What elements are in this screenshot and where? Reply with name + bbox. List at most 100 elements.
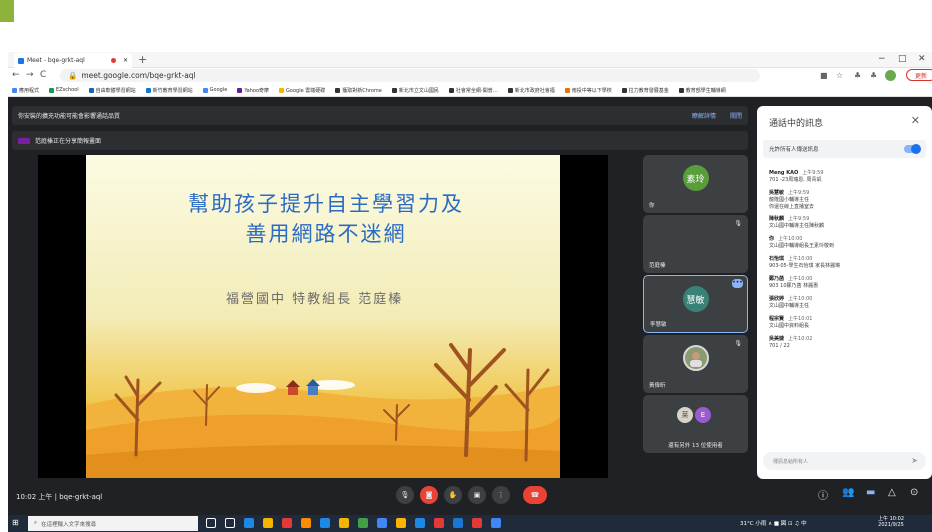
chat-message: 程宗賢 上午10:01 文山國中資料組長: [769, 316, 919, 330]
bookmark-item[interactable]: 新北市政府社會福: [507, 87, 555, 94]
microphone-button[interactable]: 🎙: [396, 486, 414, 504]
participant-tile-others[interactable]: 莱 E 還有另外 13 位使用者: [643, 395, 748, 453]
chat-message-header: Meng KAO 上午9:59: [769, 170, 919, 177]
word-icon[interactable]: [377, 518, 387, 528]
camera-icon[interactable]: ■: [820, 71, 828, 80]
bookmark-favicon-icon: [279, 87, 285, 93]
back-arrow-icon[interactable]: ←: [12, 70, 20, 80]
reload-icon[interactable]: C: [40, 70, 46, 80]
leave-call-button[interactable]: ☎: [523, 486, 547, 504]
bookmark-item[interactable]: 新北市立文山國民: [391, 87, 439, 94]
person-photo-icon: [689, 352, 702, 367]
avatar: E: [695, 407, 711, 423]
bookmark-label: Google: [209, 87, 228, 93]
folder-icon[interactable]: [339, 518, 349, 528]
store-icon[interactable]: [396, 518, 406, 528]
bookmark-item[interactable]: 應用程式: [12, 87, 39, 94]
bookmark-item[interactable]: 獲取對新Chrome: [335, 87, 382, 94]
chrome-icon[interactable]: [263, 518, 273, 528]
chat-message-header: 程宗賢 上午10:01: [769, 316, 919, 323]
bookmark-item[interactable]: EZschool: [49, 87, 79, 93]
bookmark-item[interactable]: Yahoo奇摩: [237, 87, 269, 94]
chat-timestamp: 上午9:59: [788, 190, 810, 196]
extension-icon[interactable]: ♣: [854, 71, 861, 80]
opera-icon[interactable]: [282, 518, 292, 528]
presenting-bar: 范庭榛正在分享簡報畫面: [12, 131, 748, 150]
chat-title: 通話中的訊息: [769, 119, 824, 129]
participant-tile-active[interactable]: ••• 慧敏 李慧敏: [643, 275, 748, 333]
learn-more-link[interactable]: 瞭解詳情: [692, 111, 716, 120]
more-options-icon[interactable]: •••: [732, 279, 743, 288]
task-view-icon[interactable]: [206, 518, 216, 528]
bookmark-item[interactable]: 拉力教育發展基金: [621, 87, 669, 94]
windows-start-icon[interactable]: ⊞: [12, 518, 19, 527]
present-button[interactable]: ▣: [468, 486, 486, 504]
widgets-icon[interactable]: [225, 518, 235, 528]
tab-close-icon[interactable]: ✕: [123, 57, 128, 64]
edge-icon[interactable]: [244, 518, 254, 528]
meet-icon[interactable]: [453, 518, 463, 528]
chat-input[interactable]: 傳訊息給所有人 ➤: [763, 452, 926, 470]
chat-message-text: 701 / 22: [769, 343, 790, 349]
firefox-icon[interactable]: [301, 518, 311, 528]
bookmark-item[interactable]: 社會常全網-開普…: [448, 87, 498, 94]
participant-tile-self[interactable]: 素玲 你: [643, 155, 748, 213]
chat-message-text: 龍隆國小輔導主任 你還在線上直播室去: [769, 197, 815, 210]
system-tray: 31°C 小雨 ∧ ■ 図 ⊡ ♫ 中: [740, 521, 807, 527]
bookmark-item[interactable]: 新竹教育學習網站: [145, 87, 193, 94]
bookmark-item[interactable]: Google: [202, 87, 228, 93]
bookmark-item[interactable]: 南投中等以下學校: [564, 87, 612, 94]
forward-arrow-icon[interactable]: →: [26, 70, 34, 80]
lock-icon: 🔒: [68, 71, 78, 80]
ie-icon[interactable]: [320, 518, 330, 528]
teams-icon[interactable]: [491, 518, 501, 528]
info-icon[interactable]: ⓘ: [818, 487, 828, 502]
avatar: 慧敏: [682, 286, 709, 312]
star-icon[interactable]: ☆: [836, 71, 843, 80]
participant-tile-photo[interactable]: 🎙 黃偉昕: [643, 335, 748, 393]
bookmark-item[interactable]: 自由軟體學習網站: [88, 87, 136, 94]
browser-tab[interactable]: Meet - bqe-grkt-aql ✕: [14, 53, 132, 68]
powerpoint-icon[interactable]: [434, 518, 444, 528]
update-button[interactable]: 更新: [906, 69, 932, 81]
camera-off-button[interactable]: ◙: [420, 486, 438, 504]
new-tab-button[interactable]: +: [138, 53, 147, 66]
participant-name: 范庭榛: [649, 263, 666, 269]
close-window-button[interactable]: ✕: [918, 54, 926, 64]
raise-hand-button[interactable]: ✋: [444, 486, 462, 504]
send-icon[interactable]: ➤: [911, 456, 918, 465]
chat-sender: Meng KAO: [769, 170, 799, 176]
chat-timestamp: 上午10:00: [788, 256, 813, 262]
close-icon[interactable]: ✕: [911, 114, 920, 127]
bookmark-item[interactable]: 教育部學生輔導網: [678, 87, 726, 94]
activities-icon[interactable]: △: [888, 487, 896, 498]
chat-icon[interactable]: ▬: [866, 487, 875, 498]
bookmark-item[interactable]: Google 雲端硬碟: [279, 87, 325, 94]
line-icon[interactable]: [358, 518, 368, 528]
mail-icon[interactable]: [415, 518, 425, 528]
chat-message-header: 吳美婕 上午10:02: [769, 336, 919, 343]
chat-message-text: 903 10鄭乃菡 林麗惠: [769, 283, 819, 289]
screen-recorder-icon[interactable]: [472, 518, 482, 528]
maximize-button[interactable]: □: [898, 54, 907, 64]
address-bar[interactable]: 🔒 meet.google.com/bqe-grkt-aql: [60, 69, 760, 82]
presenting-text: 范庭榛正在分享簡報畫面: [35, 138, 102, 145]
people-icon[interactable]: 👥: [842, 487, 854, 498]
allow-messages-label: 允許所有人傳送訊息: [769, 147, 819, 153]
extension-notice-bar: 你安裝的擴充功能可能會影響通話品質 瞭解詳情 關閉: [12, 106, 748, 125]
hang-up-icon: ☎: [530, 491, 540, 499]
mic-off-icon: 🎙: [734, 340, 742, 347]
minimize-button[interactable]: −: [878, 54, 886, 64]
more-options-button[interactable]: ⋮: [492, 486, 510, 504]
taskbar-search-box[interactable]: ⌕ 在這裡輸入文字來搜尋: [28, 516, 198, 531]
bookmark-label: 南投中等以下學校: [571, 87, 612, 94]
dismiss-link[interactable]: 關閉: [730, 111, 742, 120]
bookmark-favicon-icon: [145, 87, 151, 93]
bookmark-label: 新北市立文山國民: [398, 87, 439, 94]
puzzle-icon[interactable]: ♣: [870, 71, 877, 80]
host-controls-icon[interactable]: ⊙: [910, 487, 918, 498]
participant-tile-presenter[interactable]: 🎙 范庭榛: [643, 215, 748, 273]
allow-messages-toggle[interactable]: [904, 144, 921, 154]
chat-message: Meng KAO 上午9:59 701 -23周瑞恩, 周青凱: [769, 170, 919, 184]
profile-avatar[interactable]: [885, 70, 896, 81]
